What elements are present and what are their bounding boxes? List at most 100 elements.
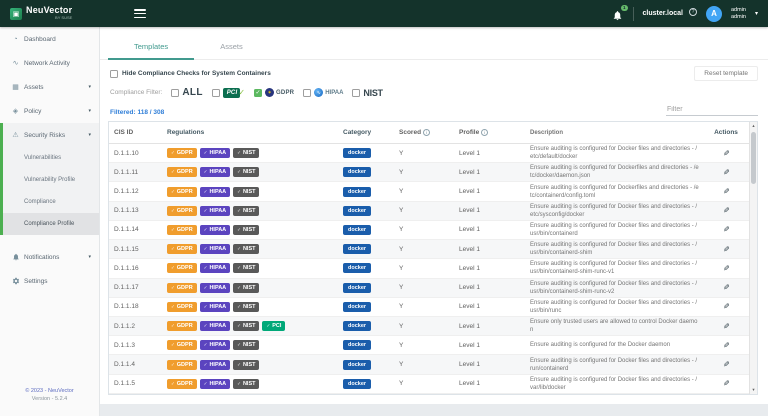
- actions-cell: ✎: [703, 302, 749, 311]
- chevron-down-icon: ▾: [88, 254, 91, 260]
- info-icon[interactable]: [481, 129, 488, 136]
- sidebar-item-network-activity[interactable]: ∿ Network Activity: [0, 51, 99, 75]
- hide-system-containers-toggle[interactable]: Hide Compliance Checks for System Contai…: [110, 70, 271, 78]
- sidebar-item-notifications[interactable]: Notifications ▾: [0, 245, 99, 269]
- edit-icon[interactable]: ✎: [723, 264, 730, 273]
- table-row[interactable]: D.1.1.13✓GDPR✓HIPAA✓NISTdockerYLevel 1En…: [109, 202, 749, 221]
- edit-icon[interactable]: ✎: [723, 225, 730, 234]
- user-avatar[interactable]: A: [706, 6, 722, 22]
- tab-templates[interactable]: Templates: [108, 42, 194, 59]
- edit-icon[interactable]: ✎: [723, 379, 730, 388]
- table-row[interactable]: D.1.1.2✓GDPR✓HIPAA✓NIST✓PCIdockerYLevel …: [109, 317, 749, 336]
- check-icon: ✓: [204, 150, 208, 156]
- sidebar-item-security-risks[interactable]: ⚠ Security Risks ▾: [3, 123, 99, 147]
- edit-icon[interactable]: ✎: [723, 341, 730, 350]
- hide-system-containers-checkbox[interactable]: [110, 70, 118, 78]
- help-icon[interactable]: ?: [689, 8, 697, 16]
- actions-cell: ✎: [703, 283, 749, 292]
- category-badge: docker: [343, 167, 371, 177]
- sidebar-item-compliance[interactable]: Compliance: [3, 191, 99, 213]
- edit-icon[interactable]: ✎: [723, 187, 730, 196]
- chevron-down-icon: ▾: [88, 84, 91, 90]
- column-header-regulations[interactable]: Regulations: [162, 129, 341, 136]
- sidebar-item-settings[interactable]: Settings: [0, 269, 99, 293]
- chevron-down-icon: ▾: [88, 108, 91, 114]
- compliance-filter-row: Compliance Filter: ALL PCI ✓ ✓ ✶ GDPR ∿ …: [100, 81, 768, 98]
- edit-icon[interactable]: ✎: [723, 168, 730, 177]
- column-header-scored[interactable]: Scored: [391, 129, 453, 136]
- scrollbar-thumb[interactable]: [751, 132, 756, 184]
- column-header-category[interactable]: Category: [341, 129, 391, 136]
- user-menu-chevron-icon[interactable]: ▾: [755, 10, 758, 17]
- main-content: Templates Assets Hide Compliance Checks …: [100, 27, 768, 404]
- sidebar-item-policy[interactable]: ◈ Policy ▾: [0, 99, 99, 123]
- reset-template-button[interactable]: Reset template: [694, 66, 758, 81]
- hipaa-checkbox[interactable]: [303, 89, 311, 97]
- notifications-bell-button[interactable]: 1: [612, 8, 624, 20]
- scroll-down-icon[interactable]: ▾: [750, 386, 757, 394]
- column-header-actions[interactable]: Actions: [703, 129, 749, 136]
- column-header-description[interactable]: Description: [526, 129, 703, 137]
- all-checkbox[interactable]: [171, 89, 179, 97]
- scroll-up-icon[interactable]: ▴: [750, 122, 757, 130]
- regulation-badge-pci: ✓PCI: [262, 321, 285, 331]
- compliance-filter-nist[interactable]: NIST: [352, 88, 382, 98]
- check-icon: ✓: [204, 381, 208, 387]
- table-scrollbar[interactable]: ▴ ▾: [749, 122, 757, 394]
- category-badge: docker: [343, 379, 371, 389]
- nist-checkbox[interactable]: [352, 89, 360, 97]
- column-header-profile[interactable]: Profile: [453, 129, 526, 136]
- table-row[interactable]: D.1.1.14✓GDPR✓HIPAA✓NISTdockerYLevel 1En…: [109, 221, 749, 240]
- column-header-cis-id[interactable]: CIS ID: [109, 129, 162, 136]
- regulation-badge-gdpr: ✓GDPR: [167, 360, 197, 370]
- table-row[interactable]: D.1.1.11✓GDPR✓HIPAA✓NISTdockerYLevel 1En…: [109, 163, 749, 182]
- info-icon[interactable]: [423, 129, 430, 136]
- cis-id-cell: D.1.1.18: [109, 303, 162, 310]
- sidebar-item-compliance-profile[interactable]: Compliance Profile: [3, 213, 99, 235]
- table-row[interactable]: D.1.1.12✓GDPR✓HIPAA✓NISTdockerYLevel 1En…: [109, 182, 749, 201]
- edit-icon[interactable]: ✎: [723, 283, 730, 292]
- regulation-badge-hipaa: ✓HIPAA: [200, 340, 231, 350]
- category-cell: docker: [341, 244, 391, 254]
- cis-id-cell: D.1.1.15: [109, 246, 162, 253]
- bell-icon: [612, 10, 623, 21]
- check-icon: ✓: [237, 150, 241, 156]
- check-icon: ✓: [171, 150, 175, 156]
- pci-logo: PCI ✓: [223, 88, 245, 98]
- scored-cell: Y: [391, 207, 453, 214]
- check-icon: ✓: [237, 189, 241, 195]
- check-icon: ✓: [171, 246, 175, 252]
- table-row[interactable]: D.1.1.5✓GDPR✓HIPAA✓NISTdockerYLevel 1Ens…: [109, 375, 749, 394]
- category-badge: docker: [343, 263, 371, 273]
- edit-icon[interactable]: ✎: [723, 245, 730, 254]
- sidebar-item-dashboard[interactable]: ◔ Dashboard: [0, 27, 99, 51]
- check-icon: ✓: [237, 208, 241, 214]
- dashboard-icon: ◔: [11, 36, 20, 43]
- tab-assets[interactable]: Assets: [194, 42, 269, 59]
- compliance-filter-gdpr[interactable]: ✓ ✶ GDPR: [254, 88, 294, 97]
- pci-checkbox[interactable]: [212, 89, 220, 97]
- edit-icon[interactable]: ✎: [723, 302, 730, 311]
- gdpr-checkbox[interactable]: ✓: [254, 89, 262, 97]
- edit-icon[interactable]: ✎: [723, 322, 730, 331]
- category-cell: docker: [341, 206, 391, 216]
- table-row[interactable]: D.1.1.4✓GDPR✓HIPAA✓NISTdockerYLevel 1Ens…: [109, 355, 749, 374]
- menu-toggle-button[interactable]: [134, 9, 146, 18]
- sidebar-item-vulnerability-profile[interactable]: Vulnerability Profile: [3, 169, 99, 191]
- edit-icon[interactable]: ✎: [723, 360, 730, 369]
- table-row[interactable]: D.1.1.17✓GDPR✓HIPAA✓NISTdockerYLevel 1En…: [109, 279, 749, 298]
- table-filter-input[interactable]: [666, 104, 758, 116]
- table-row[interactable]: D.1.1.15✓GDPR✓HIPAA✓NISTdockerYLevel 1En…: [109, 240, 749, 259]
- compliance-filter-pci[interactable]: PCI ✓: [212, 88, 245, 98]
- edit-icon[interactable]: ✎: [723, 206, 730, 215]
- sidebar-item-vulnerabilities[interactable]: Vulnerabilities: [3, 147, 99, 169]
- compliance-filter-hipaa[interactable]: ∿ HIPAA: [303, 88, 343, 97]
- sidebar-item-assets[interactable]: ▦ Assets ▾: [0, 75, 99, 99]
- table-row[interactable]: D.1.1.3✓GDPR✓HIPAA✓NISTdockerYLevel 1Ens…: [109, 336, 749, 355]
- table-row[interactable]: D.1.1.10✓GDPR✓HIPAA✓NISTdockerYLevel 1En…: [109, 144, 749, 163]
- table-row[interactable]: D.1.1.16✓GDPR✓HIPAA✓NISTdockerYLevel 1En…: [109, 259, 749, 278]
- compliance-table: CIS ID Regulations Category Scored Profi…: [108, 121, 758, 395]
- table-row[interactable]: D.1.1.18✓GDPR✓HIPAA✓NISTdockerYLevel 1En…: [109, 298, 749, 317]
- compliance-filter-all[interactable]: ALL: [171, 87, 202, 98]
- edit-icon[interactable]: ✎: [723, 149, 730, 158]
